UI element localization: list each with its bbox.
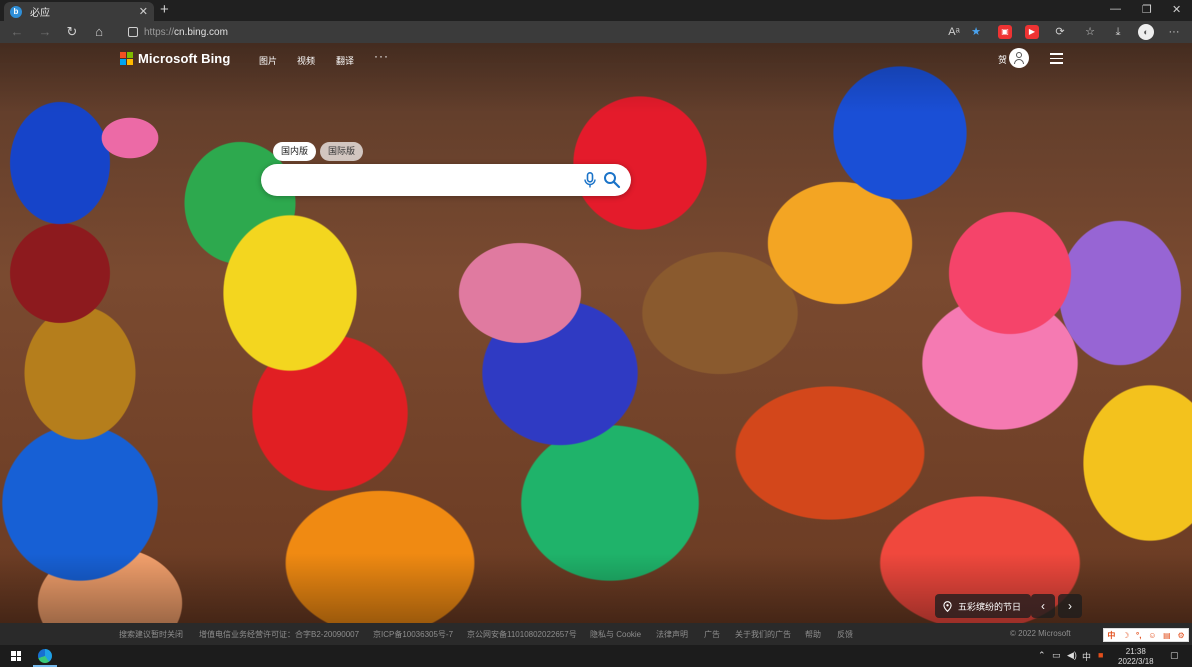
tab-title: 必应 (30, 8, 50, 19)
bing-homepage: Microsoft Bing 图片 视频 翻译 ··· 贺 国内版 国际版 五彩… (0, 43, 1192, 623)
tray-chevron-icon[interactable]: ⌃ (1038, 650, 1046, 661)
windows-start-icon[interactable] (11, 651, 21, 661)
tab-international[interactable]: 国际版 (320, 142, 364, 161)
ime-punct-icon[interactable]: °, (1136, 631, 1141, 640)
ime-emoji-icon[interactable]: ☺ (1148, 631, 1156, 640)
browser-tab[interactable]: b 必应 ✕ (4, 2, 154, 21)
ime-moon-icon[interactable]: ☽ (1122, 631, 1129, 640)
extension-red-icon[interactable]: ▣ (998, 25, 1012, 39)
ime-settings-icon[interactable]: ⚙ (1177, 631, 1184, 640)
downloads-icon[interactable]: ⤓ (1110, 24, 1126, 40)
search-input[interactable] (277, 171, 577, 189)
clock-time: 21:38 (1125, 647, 1146, 656)
footer-link-icp[interactable]: 京ICP备10036305号-7 (373, 629, 453, 640)
footer-link-suggestions[interactable]: 搜索建议暂时关闭 (119, 629, 183, 640)
lock-icon[interactable] (128, 27, 138, 37)
volume-icon[interactable]: ◀) (1067, 650, 1077, 661)
nav-translate[interactable]: 翻译 (336, 54, 354, 67)
favorite-star-icon[interactable]: ★ (968, 24, 984, 40)
ime-toolbar: 中 ☽ °, ☺ ▤ ⚙ (1103, 628, 1189, 642)
more-menu-icon[interactable]: ··· (1166, 24, 1182, 40)
avatar-icon[interactable] (1009, 48, 1029, 68)
url-host: cn.bing.com (174, 26, 228, 38)
clock[interactable]: 21:38 2022/3/18 (1118, 647, 1154, 667)
tab-bar: b 必应 ✕ + — ❐ ✕ (0, 0, 1192, 21)
footer-link-police[interactable]: 京公网安备11010802022657号 (467, 629, 577, 640)
menu-icon[interactable] (1050, 53, 1063, 67)
extension-video-icon[interactable]: ▶ (1025, 25, 1039, 39)
url-protocol: https:// (144, 26, 175, 38)
forward-button[interactable]: → (36, 23, 54, 41)
bing-header: Microsoft Bing 图片 视频 翻译 ··· 贺 (0, 43, 1192, 75)
bing-logo[interactable]: Microsoft Bing (120, 51, 230, 66)
input-language[interactable]: 中 (1082, 650, 1091, 663)
image-location-label: 五彩缤纷的节日 (958, 601, 1022, 612)
footer-link-about-ads[interactable]: 关于我们的广告 (735, 629, 791, 640)
footer-link-ads[interactable]: 广告 (704, 629, 720, 640)
network-icon[interactable]: ▭ (1052, 650, 1061, 661)
footer-link-help[interactable]: 帮助 (805, 629, 821, 640)
microphone-icon[interactable] (584, 172, 596, 188)
nav-images[interactable]: 图片 (259, 54, 277, 67)
user-name[interactable]: 贺 (998, 53, 1007, 66)
read-aloud-icon[interactable]: Aᵃ (946, 24, 962, 40)
footer-link-feedback[interactable]: 反馈 (837, 629, 853, 640)
nav-videos[interactable]: 视频 (297, 54, 315, 67)
microsoft-logo-icon (120, 51, 134, 66)
address-field[interactable]: https:// cn.bing.com (128, 24, 228, 40)
address-toolbar: ← → ↻ ⌂ https:// cn.bing.com Aᵃ ★ ▣ ▶ ⟳ … (0, 21, 1192, 43)
favorites-icon[interactable]: ☆ (1082, 24, 1098, 40)
ime-lang[interactable]: 中 (1107, 630, 1115, 641)
new-tab-button[interactable]: + (160, 1, 169, 18)
clock-date: 2022/3/18 (1118, 657, 1154, 666)
close-window-button[interactable]: ✕ (1172, 3, 1181, 16)
back-button[interactable]: ← (8, 23, 26, 41)
tab-close-icon[interactable]: ✕ (139, 5, 148, 18)
location-pin-icon (943, 600, 952, 612)
minimize-button[interactable]: — (1110, 3, 1121, 15)
footer-copyright: © 2022 Microsoft (1010, 629, 1071, 638)
search-box[interactable] (261, 164, 631, 196)
taskbar: ⌃ ▭ ◀) 中 ■ 21:38 2022/3/18 ▢ (0, 645, 1192, 667)
nav-more[interactable]: ··· (374, 49, 389, 63)
ime-keyboard-icon[interactable]: ▤ (1163, 631, 1171, 640)
edge-browser-icon[interactable] (38, 649, 52, 663)
footer-link-legal[interactable]: 法律声明 (656, 629, 688, 640)
home-button[interactable]: ⌂ (90, 23, 108, 41)
maximize-button[interactable]: ❐ (1142, 3, 1152, 16)
image-location-button[interactable]: 五彩缤纷的节日 (935, 594, 1032, 618)
footer-link-license[interactable]: 增值电信业务经营许可证：合字B2-20090007 (199, 629, 359, 640)
notification-icon[interactable]: ▢ (1170, 650, 1179, 661)
bing-favicon-icon: b (10, 5, 22, 18)
tab-domestic[interactable]: 国内版 (273, 142, 317, 161)
footer-link-privacy[interactable]: 隐私与 Cookie (590, 629, 641, 640)
next-image-button[interactable]: › (1058, 594, 1082, 618)
extensions-icon[interactable]: ⟳ (1052, 24, 1068, 40)
search-icon[interactable] (603, 171, 621, 189)
ime-tray-icon[interactable]: ■ (1098, 650, 1103, 660)
refresh-button[interactable]: ↻ (63, 23, 81, 41)
search-scope-tabs: 国内版 国际版 (273, 142, 364, 161)
prev-image-button[interactable]: ‹ (1031, 594, 1055, 618)
profile-icon[interactable]: ◐ (1138, 24, 1154, 40)
logo-text: Microsoft Bing (138, 51, 231, 66)
page-footer: 搜索建议暂时关闭 增值电信业务经营许可证：合字B2-20090007 京ICP备… (0, 623, 1192, 645)
